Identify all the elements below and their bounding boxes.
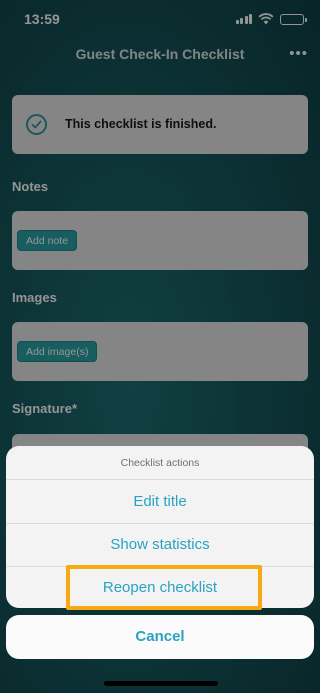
highlight-box <box>66 565 262 610</box>
cancel-button[interactable]: Cancel <box>6 615 314 659</box>
home-indicator <box>104 681 218 686</box>
show-statistics-button[interactable]: Show statistics <box>6 523 314 566</box>
edit-title-button[interactable]: Edit title <box>6 480 314 523</box>
action-sheet-title: Checklist actions <box>6 446 314 480</box>
